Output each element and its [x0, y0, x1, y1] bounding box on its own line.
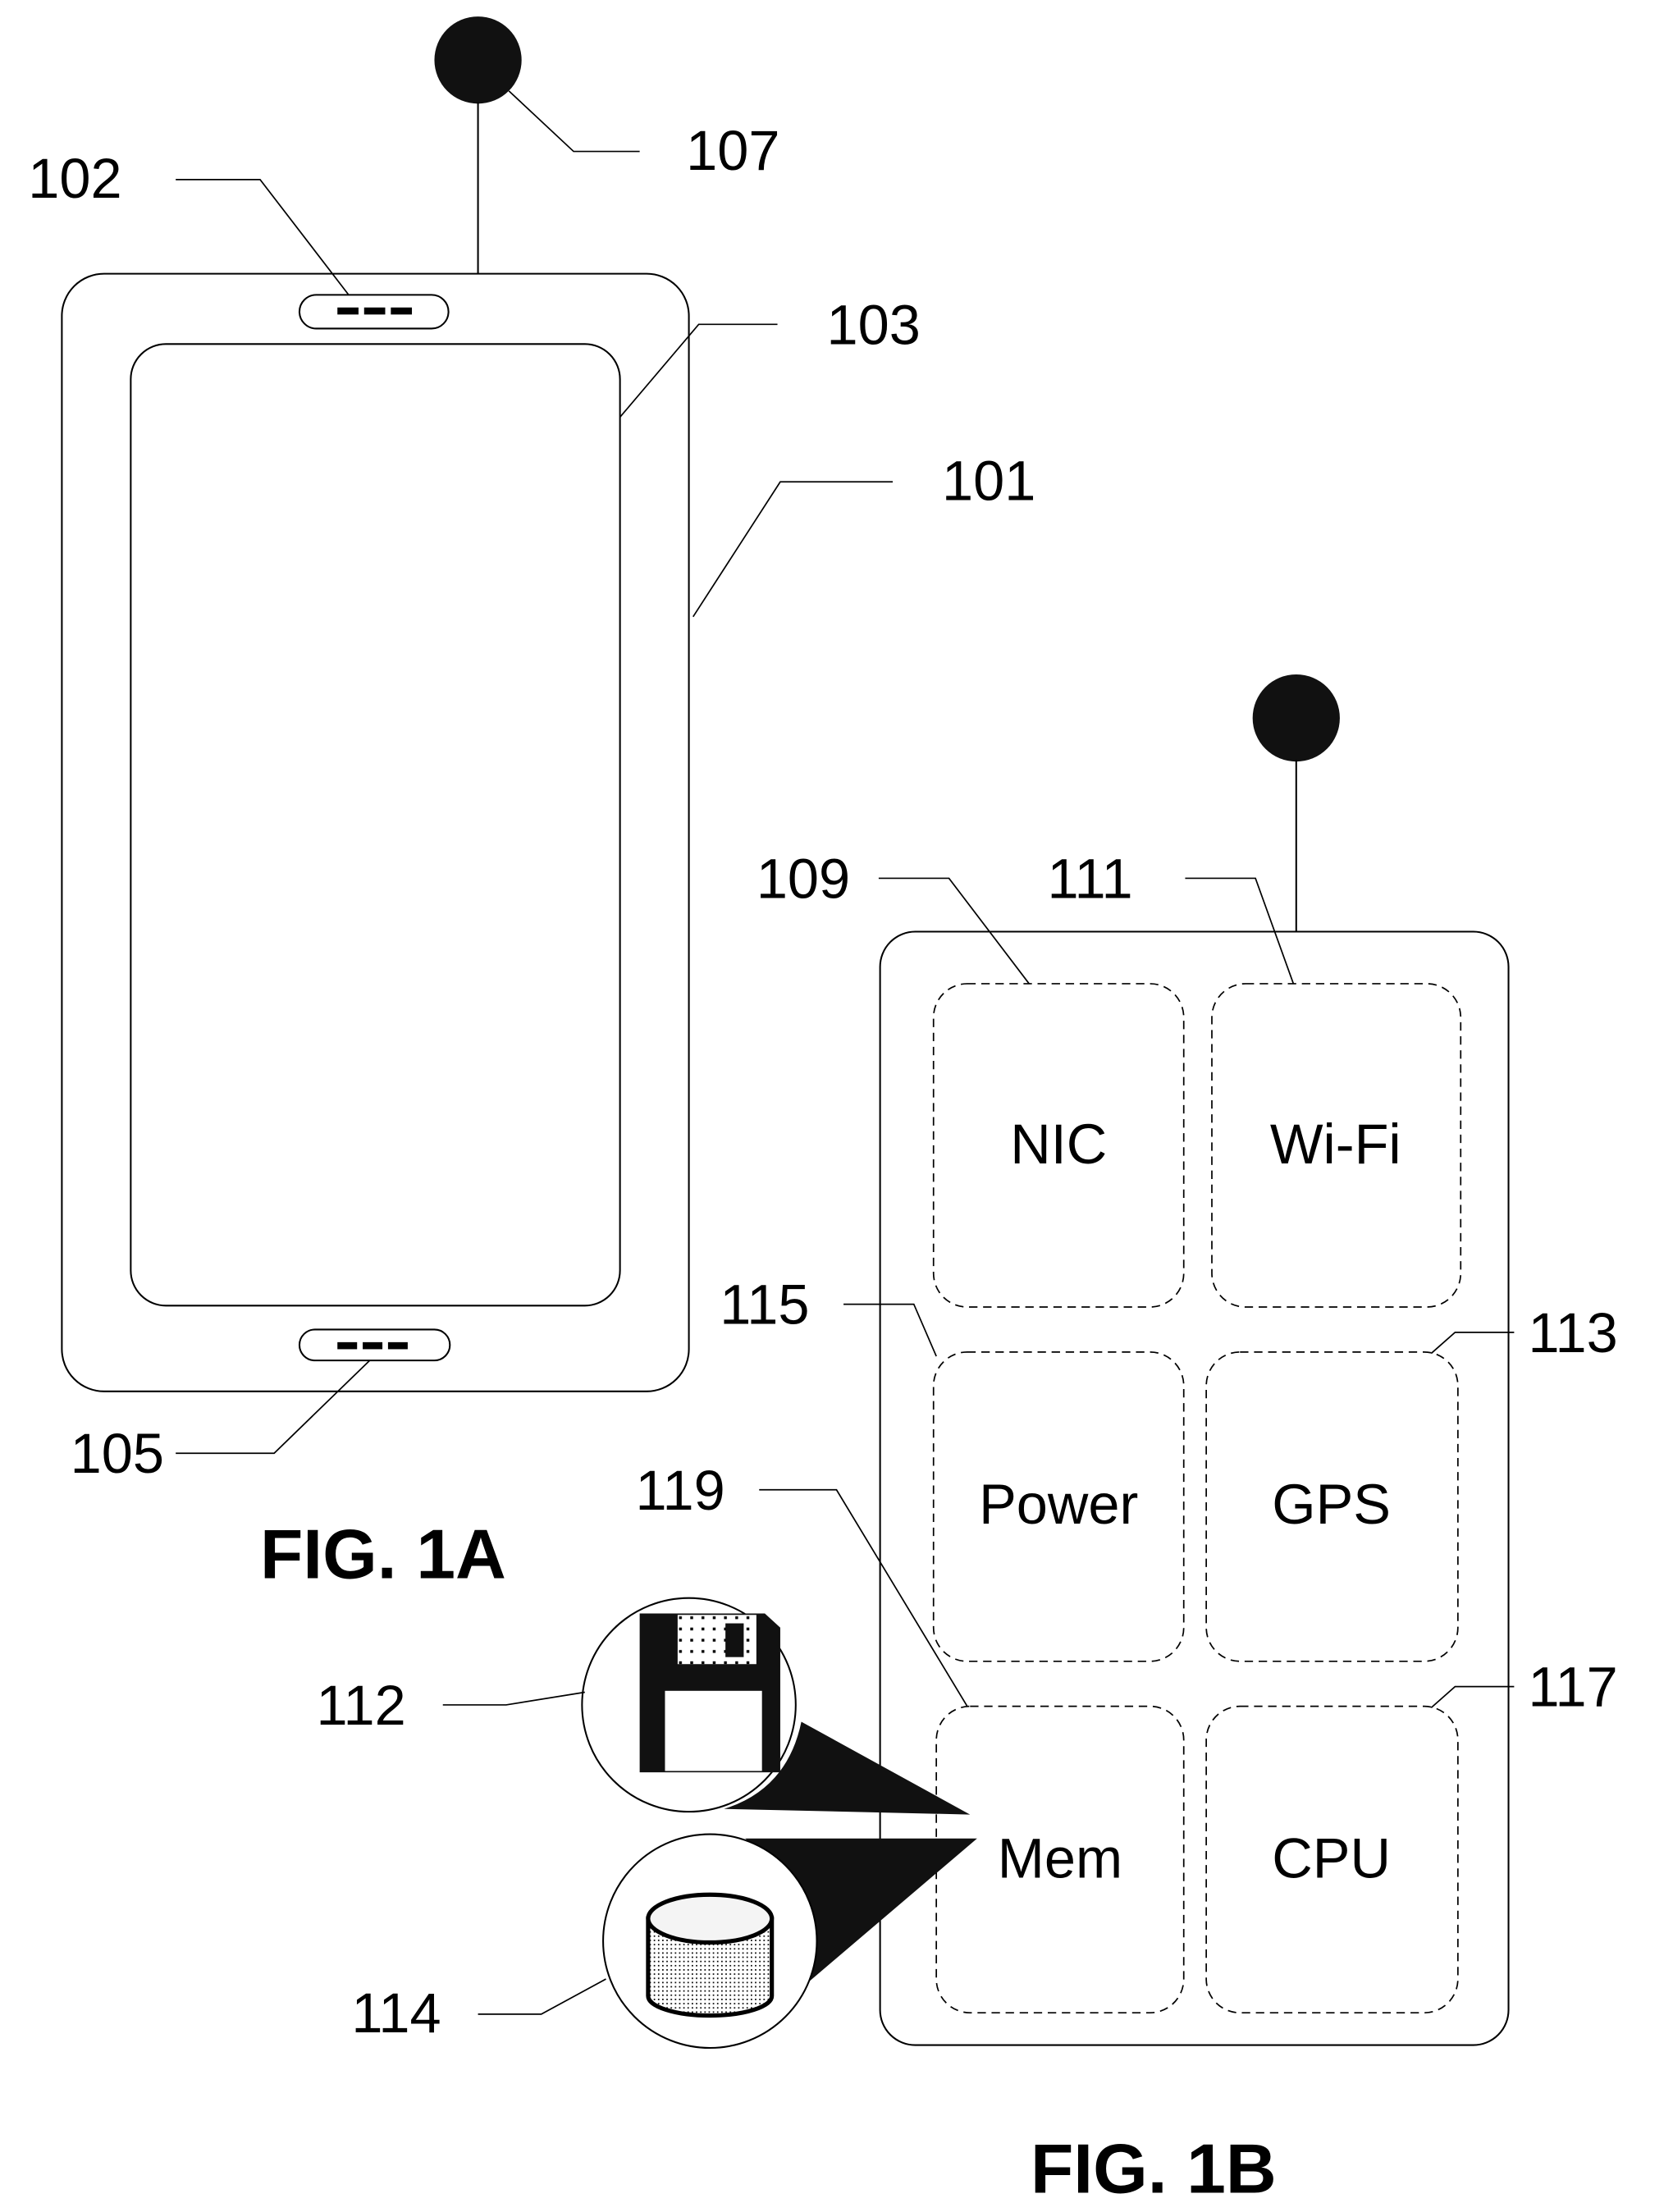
component-gps: GPS [1205, 1351, 1459, 1662]
patent-figure: 107 102 103 101 105 FIG. 1A NIC Wi-Fi Po… [28, 16, 1618, 2208]
disk-callout: 114 [351, 1833, 818, 2050]
component-mem: Mem [935, 1705, 1185, 2014]
earpiece-slot [337, 307, 359, 315]
figure-title-1a: FIG. 1A [260, 1515, 506, 1594]
earpiece-slot [391, 307, 413, 315]
port-slot [387, 1341, 408, 1350]
leader-101 [693, 481, 894, 618]
ref-101: 101 [942, 450, 1035, 513]
database-disk-icon [646, 1892, 775, 2018]
port-slot [363, 1341, 383, 1350]
ref-115: 115 [720, 1273, 809, 1337]
ref-103: 103 [827, 293, 921, 356]
component-label: CPU [1272, 1827, 1391, 1890]
ref-119: 119 [635, 1459, 725, 1522]
leader-107 [508, 90, 640, 153]
floppy-disk-icon [639, 1613, 780, 1773]
ref-107: 107 [686, 119, 779, 182]
leader-112 [442, 1691, 585, 1706]
device-screen [130, 343, 621, 1307]
ref-112: 112 [317, 1674, 406, 1737]
ref-105: 105 [71, 1422, 164, 1485]
leader-114 [478, 1978, 606, 2015]
floppy-callout: 112 [317, 1597, 797, 1813]
ref-109: 109 [757, 847, 850, 910]
antenna-ball-icon [434, 16, 522, 104]
component-power: Power [932, 1351, 1185, 1662]
component-cpu: CPU [1205, 1705, 1459, 2014]
ref-117: 117 [1529, 1656, 1618, 1719]
component-label: NIC [1010, 1113, 1107, 1176]
component-wifi: Wi-Fi [1211, 983, 1462, 1308]
earpiece-slot [363, 307, 386, 315]
ref-111: 111 [1048, 847, 1133, 910]
figure-title-1b: FIG. 1B [1031, 2129, 1277, 2208]
component-label: GPS [1272, 1473, 1391, 1536]
port-slot [337, 1341, 358, 1350]
component-label: Power [979, 1473, 1138, 1536]
ref-102: 102 [28, 147, 121, 210]
component-nic: NIC [932, 983, 1185, 1308]
ref-113: 113 [1529, 1301, 1618, 1364]
component-label: Wi-Fi [1270, 1113, 1401, 1176]
component-label: Mem [998, 1827, 1122, 1890]
antenna-ball-icon [1252, 674, 1340, 762]
ref-114: 114 [351, 1981, 441, 2045]
